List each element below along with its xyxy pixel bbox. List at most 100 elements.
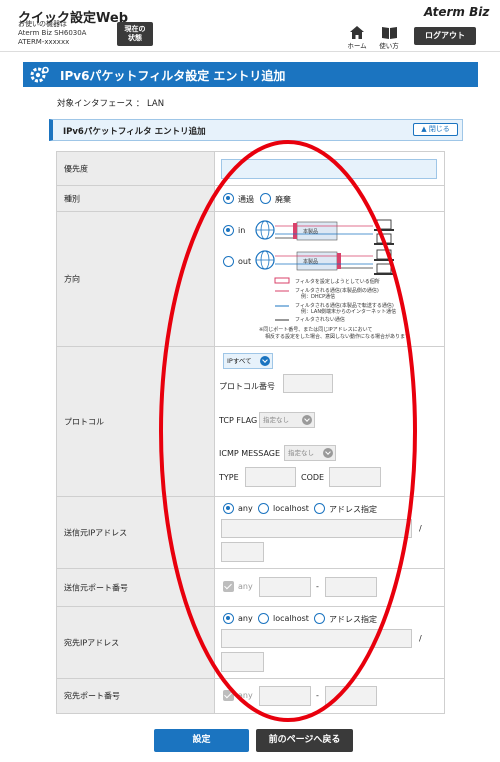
howto-button[interactable]: 使い方 [377,26,401,50]
icmp-code-label: CODE [301,473,325,482]
dst-port-label: 宛先ポート番号 [64,691,120,701]
src-ip-any-radio[interactable] [223,503,234,514]
direction-row: 方向 in out 本製品 本製品 フィルタを設定しようとしている個所 フィルタ… [57,212,444,347]
dst-port-start-input[interactable] [259,686,311,706]
icmp-message-label: ICMP MESSAGE [219,449,281,458]
legend-2: フィルタされる通信(本製品側の通信) [295,287,379,294]
src-port-label: 送信元ポート番号 [64,583,128,592]
howto-label: 使い方 [379,42,399,50]
direction-note-1: ※同じポート番号、または同じIPアドレスにおいて [259,326,373,333]
src-ip-address-input[interactable] [221,519,412,538]
protocol-number-label: プロトコル番号 [219,382,275,391]
legend-6: フィルタされない通信 [295,316,345,323]
dst-port-row: 宛先ポート番号 any - [57,679,444,713]
legend-3: 例：DHCP通信 [301,293,335,300]
type-row: 種別 通過 廃棄 [57,186,444,212]
logout-button[interactable]: ログアウト [414,27,476,45]
direction-out-label: out [238,257,252,266]
home-label: ホーム [347,42,367,50]
dst-ip-specify-label: アドレス指定 [329,615,377,624]
dst-port-any-label: any [238,691,253,700]
src-ip-specify-radio[interactable] [314,503,325,514]
src-port-any-checkbox[interactable] [223,581,234,592]
dst-ip-specify-radio[interactable] [314,613,325,624]
priority-input[interactable] [221,159,437,179]
src-ip-any-label: any [238,504,253,513]
device-id: ATERM-xxxxxx [18,38,70,46]
current-status-button[interactable]: 現在の 状態 [117,22,153,46]
device-model: Aterm Biz SH6030A [18,29,87,37]
laptop-icon [374,249,394,275]
globe-icon [255,220,275,240]
page-title: IPv6パケットフィルタ設定 エントリ追加 [60,69,286,83]
legend-5: 例：LAN側端末からのインターネット通信 [301,308,396,315]
src-ip-localhost-label: localhost [273,504,309,513]
direction-diagram: 本製品 本製品 フィルタを設定しようとしている個所 フィルタされる通信(本製品側… [255,219,410,340]
chevron-down-icon [302,415,312,425]
icmp-message-select[interactable]: 指定なし [284,445,336,461]
src-port-any-label: any [238,582,253,591]
protocol-select-value: IPすべて [227,357,252,365]
type-drop-label: 廃棄 [275,195,291,204]
home-icon [350,26,364,39]
dst-ip-address-input[interactable] [221,629,412,648]
dst-ip-any-radio[interactable] [223,613,234,624]
chevron-down-icon [323,448,333,458]
src-ip-prefix-input[interactable] [221,542,264,562]
chevron-down-icon [260,356,270,366]
type-pass-label: 通過 [238,195,254,204]
current-status-line2: 状態 [128,34,142,42]
src-port-end-input[interactable] [325,577,377,597]
close-section-button[interactable]: ▲ 閉じる [413,123,458,136]
close-label: 閉じる [428,125,450,133]
dst-ip-localhost-label: localhost [273,614,309,623]
section-title: IPv6パケットフィルタ エントリ追加 [63,127,206,137]
src-ip-localhost-radio[interactable] [258,503,269,514]
icmp-code-input[interactable] [329,467,381,487]
type-pass-radio[interactable] [223,193,234,204]
direction-out-radio[interactable] [223,256,234,267]
src-port-row: 送信元ポート番号 any - [57,569,444,607]
chevron-up-icon: ▲ [421,125,427,133]
gear-icon [30,66,49,83]
src-port-start-input[interactable] [259,577,311,597]
laptop-icon [374,219,394,245]
protocol-label: プロトコル [64,417,104,426]
book-icon [381,27,397,39]
tcp-flag-label: TCP FLAG [219,416,258,425]
src-port-dash: - [316,582,319,591]
direction-in-radio[interactable] [223,225,234,236]
src-ip-slash: / [419,524,422,533]
tcp-flag-select[interactable]: 指定なし [259,412,315,428]
filter-form-table: 優先度 種別 通過 廃棄 方向 in out 本製品 本製品 フィルタを設定しよ… [56,151,445,714]
legend-1: フィルタを設定しようとしている個所 [295,278,380,285]
priority-label: 優先度 [64,164,88,173]
set-button[interactable]: 設定 [154,729,249,752]
protocol-number-input[interactable] [283,374,333,393]
type-label: 種別 [64,194,80,203]
direction-note-2: 相反する設定をした場合、意図しない動作になる場合があります [265,333,410,340]
icmp-type-label: TYPE [219,473,239,482]
brand-logo: Aterm Biz [424,5,490,19]
dst-ip-prefix-input[interactable] [221,652,264,672]
dst-port-dash: - [316,691,319,700]
icmp-type-input[interactable] [245,467,296,487]
dst-ip-slash: / [419,634,422,643]
dst-port-any-checkbox[interactable] [223,690,234,701]
priority-row: 優先度 [57,152,444,186]
page-title-bar: IPv6パケットフィルタ設定 エントリ追加 [23,62,478,87]
tcp-flag-value: 指定なし [263,416,289,424]
header: クイック設定Web お使いの機器は Aterm Biz SH6030A ATER… [0,0,500,52]
back-button[interactable]: 前のページへ戻る [256,729,353,752]
direction-in-label: in [238,226,246,235]
dst-ip-localhost-radio[interactable] [258,613,269,624]
type-drop-radio[interactable] [260,193,271,204]
src-ip-specify-label: アドレス指定 [329,505,377,514]
home-button[interactable]: ホーム [345,26,369,50]
protocol-select[interactable]: IPすべて [223,353,273,369]
src-ip-row: 送信元IPアドレス any localhost アドレス指定 / [57,497,444,569]
current-status-line1: 現在の [124,25,146,33]
dst-port-end-input[interactable] [325,686,377,706]
device-label: お使いの機器は [18,20,67,28]
legend-4: フィルタされる通信(本製品で転送する通信) [295,302,394,309]
